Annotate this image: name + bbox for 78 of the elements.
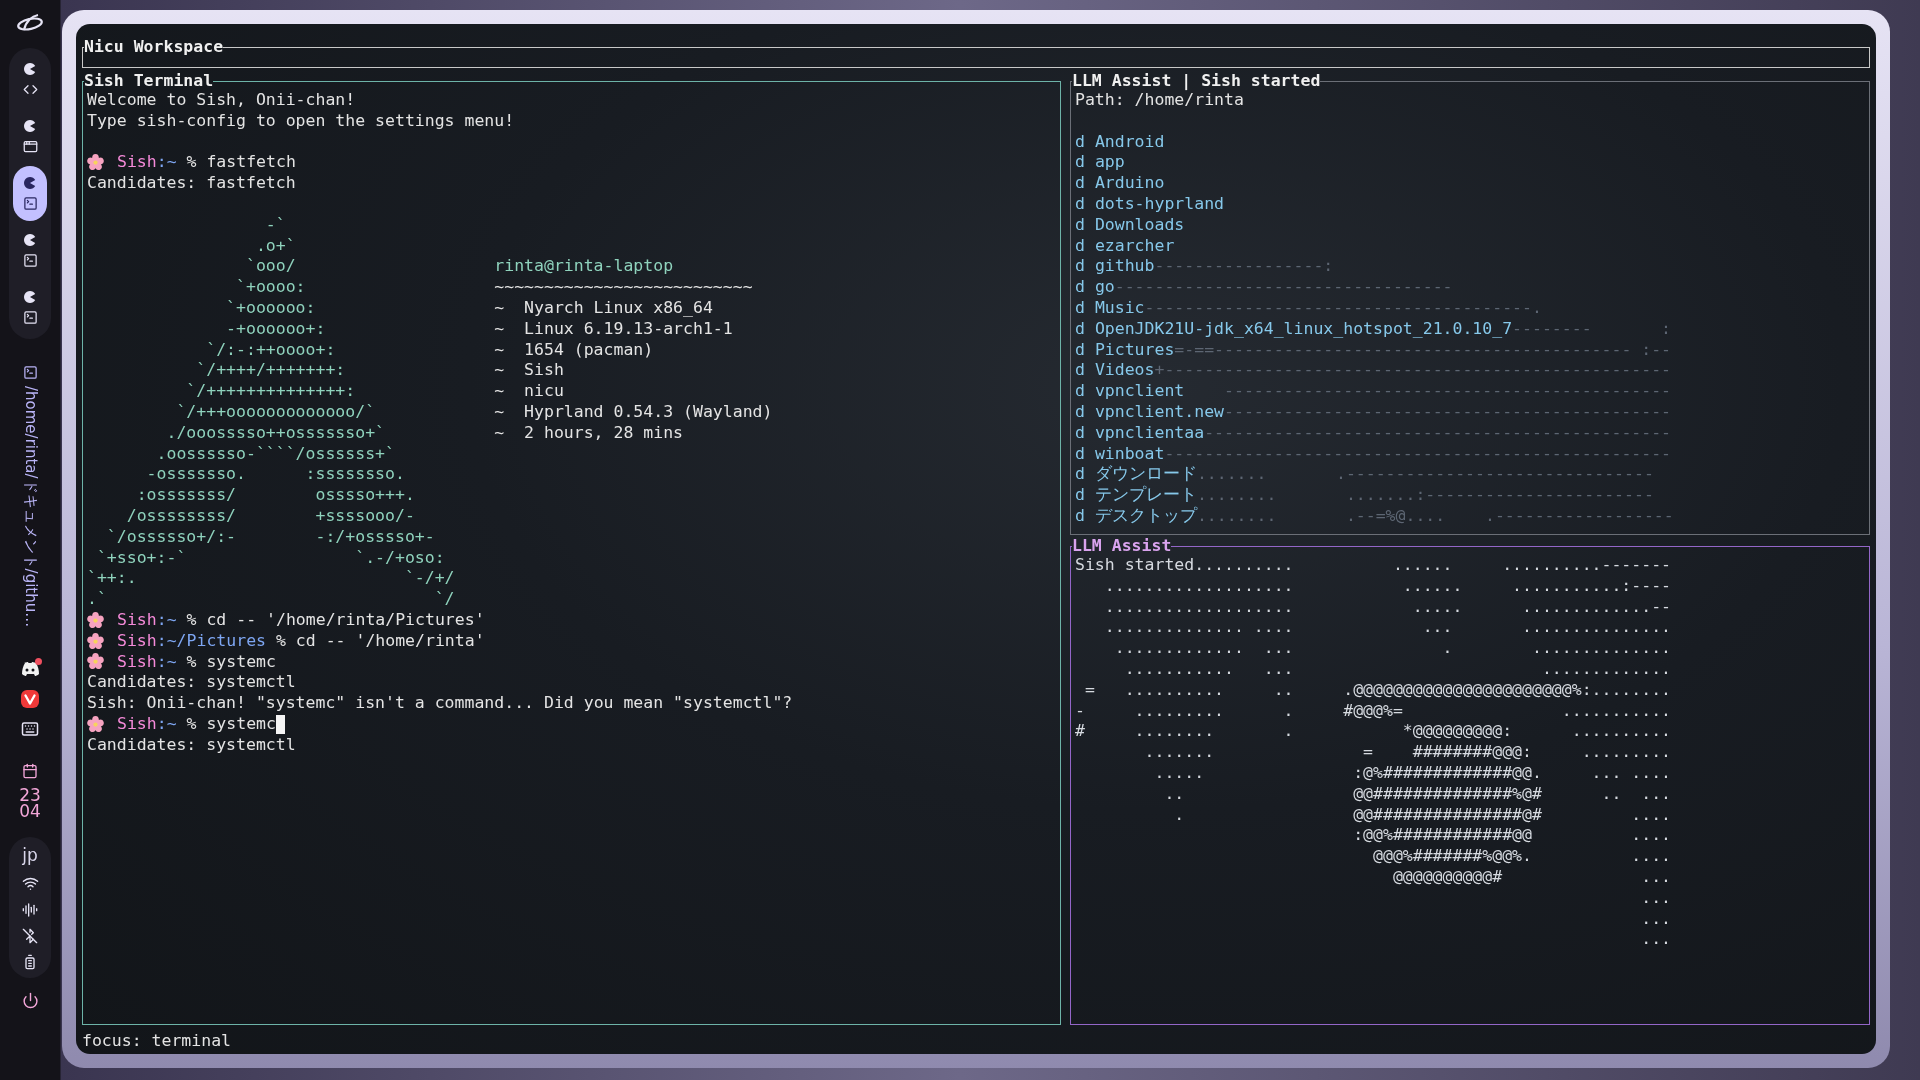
terminal-line: Candidates: fastfetch xyxy=(87,173,297,194)
system-info-line: ~ nicu xyxy=(494,381,565,402)
terminal-icon xyxy=(22,196,38,211)
keyboard-layout: jp xyxy=(22,845,38,866)
terminal-line: Welcome to Sish, Onii-chan! xyxy=(87,90,357,111)
separator-line: ~~~~~~~~~~~~~~~~~~~~~~~~~~ xyxy=(494,277,754,298)
pacman-icon xyxy=(23,233,37,247)
flower-icon xyxy=(87,715,104,733)
pacman-icon xyxy=(23,119,37,133)
directory-entry: d vpnclientaa----------------------------------------------- xyxy=(1075,422,1673,444)
bluetooth-off-icon xyxy=(22,928,38,945)
directory-entry: d ezarcher xyxy=(1075,235,1176,257)
directory-entry: d OpenJDK21U-jdk_x64_linux_hotspot_21.0.10_7-------- : xyxy=(1075,318,1673,340)
swirl-logo-icon xyxy=(15,12,45,34)
system-info-line: ~ 1654 (pacman) xyxy=(494,339,655,361)
terminal-line: Sish: Onii-chan! "systemc" isn't a command... Did you mean "systemctl"? xyxy=(87,693,794,714)
pane-title: LLM Assist xyxy=(1072,537,1172,555)
terminal-line: Candidates: systemctl xyxy=(87,734,297,756)
browser-icon xyxy=(20,689,40,710)
terminal-icon xyxy=(22,253,38,268)
prompt-line: Sish:~ % systemc xyxy=(117,651,276,673)
terminal-icon xyxy=(22,365,38,380)
ascii-logo: -` .o+` `ooo/ `+oooo: `+oooooo: -+oooooo+: `/:-:++oooo+: `/++++/+++++++: `/++++++++++++++: `/+++ooooooooooooo/` ./ooosssso++osssssso+` .oossssso-````/ossssss+` -osssssso. :ssssssso. :osssssss/ osssso+++. /ossssssss/ +ssssooo/- `/ossssso+/:- -:/+osssso+- `+sso+:-` `.-/+oso: `++:. `-/+/ .` `/ xyxy=(87,214,456,610)
battery-icon xyxy=(22,954,38,971)
ascii-art-output: Sish started.......... ...... ..........------- ................... ...... ...........:---- ................... ..... .............-- .............. .... ... ............... ............. ... . .............. ........... ... ............. = .......... .. .@@@@@@@@@@@@@@@@@@@@@@%:........ - ......... . #@@@%= ........... # ........ . *@@@@@@@@@: .......... ....... = ########@@@: ......... ..... :@%#############@@. ... .... .. @@##############%@# .. ... . @@###############@# .... :@@%############@@ .... @@@%#######%@@%. .... @@@@@@@@@@# ... ... ... ... xyxy=(1075,555,1673,951)
calendar-icon xyxy=(22,763,38,780)
directory-entry: d Music---------------------------------------. xyxy=(1075,297,1543,319)
wifi-icon xyxy=(21,875,39,893)
terminal-line: Type sish-config to open the settings menu! xyxy=(87,110,516,132)
flower-icon xyxy=(87,653,104,671)
pacman-icon xyxy=(23,176,37,190)
directory-entry: d github-----------------: xyxy=(1075,256,1335,278)
power-icon[interactable] xyxy=(21,992,39,1010)
flower-icon xyxy=(87,632,104,650)
path-line: Path: /home/rinta xyxy=(1075,90,1245,111)
system-info-line: ~ Hyprland 0.54.3 (Wayland) xyxy=(494,401,773,423)
pacman-icon xyxy=(23,290,37,304)
prompt-line: Sish:~ % systemc xyxy=(117,713,276,735)
system-info-line: ~ 2 hours, 28 mins xyxy=(494,422,685,444)
status-text: focus: terminal xyxy=(82,1030,232,1052)
flower-icon xyxy=(87,611,104,629)
workspace-button[interactable] xyxy=(13,166,47,221)
directory-entry: d Videos+--------------------------------------------------- xyxy=(1075,360,1673,382)
directory-entry: d winboat--------------------------------------------------- xyxy=(1075,443,1673,465)
directory-entry: d go---------------------------------- xyxy=(1075,277,1454,298)
flower-icon xyxy=(87,154,104,172)
directory-entry: d vpnclient.new--------------------------------------------- xyxy=(1075,401,1673,423)
clock-minute: 04 xyxy=(19,803,41,820)
directory-entry: d app xyxy=(1075,152,1126,174)
pacman-icon xyxy=(23,62,37,76)
audio-icon xyxy=(22,902,38,919)
directory-entry: d テンプレート........ .......:----------------------- xyxy=(1075,485,1655,506)
gamepad-icon xyxy=(20,661,40,678)
system-info-line: ~ Nyarch Linux x86_64 xyxy=(494,297,714,319)
directory-entry: d Android xyxy=(1075,131,1166,153)
directory-entry: d vpnclient --------------------------------------------- xyxy=(1075,381,1673,402)
clock-hour: 23 xyxy=(19,787,41,804)
directory-entry: d ダウンロード....... .------------------------------- xyxy=(1075,464,1655,485)
keyboard-icon xyxy=(21,720,39,739)
directory-entry: d dots-hyprland xyxy=(1075,194,1225,215)
directory-entry: d Arduino xyxy=(1075,173,1166,194)
prompt-line: Sish:~/Pictures % cd -- '/home/rinta' xyxy=(117,630,485,652)
directory-entry: d Pictures=-==------------------------------------------ :-- xyxy=(1075,339,1673,361)
pane-title: Sish Terminal xyxy=(84,72,214,90)
directory-entry: d Downloads xyxy=(1075,214,1186,236)
pane-title: LLM Assist | Sish started xyxy=(1072,72,1321,90)
prompt-line: Sish:~ % fastfetch xyxy=(117,152,296,174)
system-info-line: ~ Sish xyxy=(494,360,565,382)
terminal-icon xyxy=(22,310,38,325)
code-icon xyxy=(22,82,38,97)
workspace-title: Nicu Workspace xyxy=(84,38,224,56)
window-path: /home/rinta/ドキュメント/githu… xyxy=(20,386,40,628)
host-name: rinta@rinta-laptop xyxy=(494,256,675,278)
terminal-line: Candidates: systemctl xyxy=(87,672,297,694)
window-icon xyxy=(22,139,38,154)
system-info-line: ~ Linux 6.19.13-arch1-1 xyxy=(494,318,734,340)
directory-entry: d デスクトップ........ .--=%@.... .------------------ xyxy=(1075,505,1675,527)
prompt-line: Sish:~ % cd -- '/home/rinta/Pictures' xyxy=(117,609,485,631)
